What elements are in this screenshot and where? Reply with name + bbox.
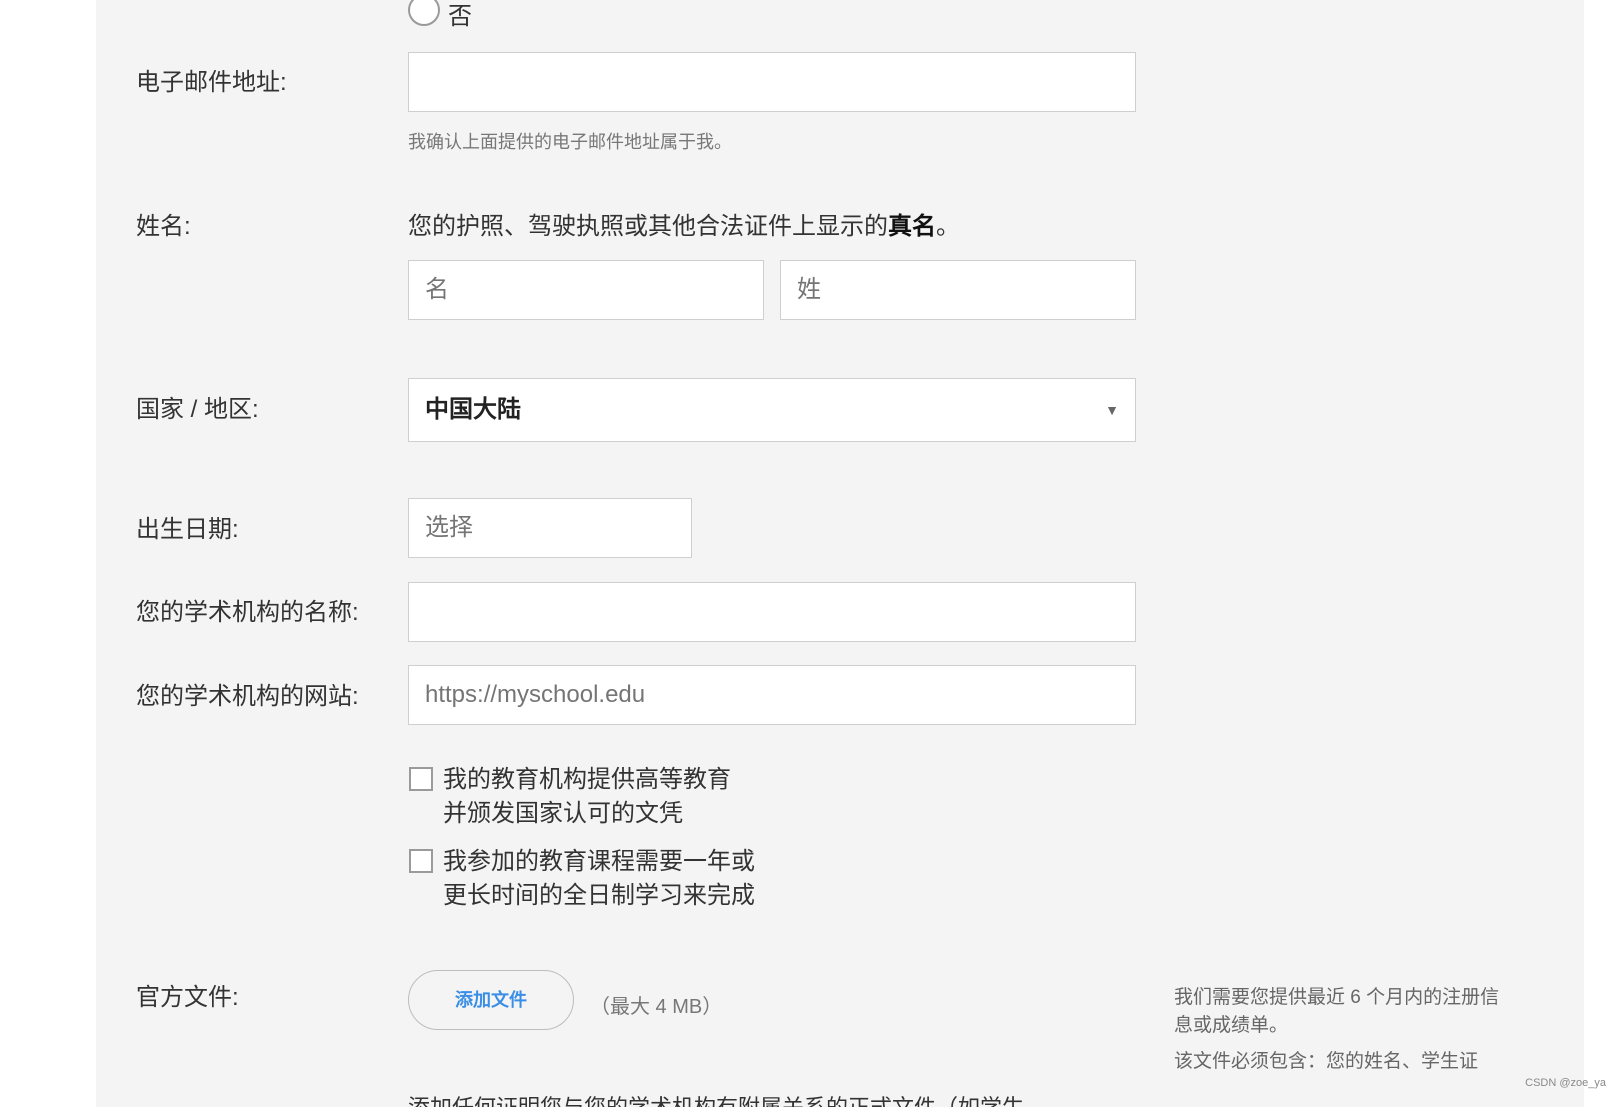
dob-label: 出生日期: [136,516,239,543]
full-time-study-checkbox[interactable] [409,849,433,873]
email-input[interactable] [408,52,1136,112]
institution-name-label: 您的学术机构的名称: [136,599,359,626]
side-note-line1: 我们需要您提供最近 6 个月内的注册信 [1174,987,1500,1008]
side-note-line3: 该文件必须包含：您的姓名、学生证 [1174,1051,1479,1072]
docs-label: 官方文件: [136,984,239,1011]
name-desc-text: 您的护照、驾驶执照或其他合法证件上显示的 [408,213,888,240]
docs-side-note: 我们需要您提供最近 6 个月内的注册信 息或成绩单。 该文件必须包含：您的姓名、… [1174,984,1514,1076]
chevron-down-icon: ▼ [1105,402,1119,418]
max-size-note: （最大 4 MB） [590,996,723,1018]
institution-website-label: 您的学术机构的网站: [136,683,359,710]
no-radio-label: 否 [448,3,472,30]
last-name-input[interactable] [780,260,1136,320]
name-desc-suffix: 。 [936,213,960,240]
checkbox2-line2: 更长时间的全日制学习来完成 [443,882,755,909]
checkbox1-line1: 我的教育机构提供高等教育 [443,766,731,793]
full-time-study-checkbox-label: 我参加的教育课程需要一年或 更长时间的全日制学习来完成 [443,845,755,913]
no-radio[interactable] [408,0,440,26]
docs-description: 添加任何证明您与您的学术机构有附属关系的正式文件（如学生 [408,1090,1024,1107]
add-file-button[interactable]: 添加文件 [408,970,574,1030]
watermark: CSDN @zoe_ya [1525,1077,1606,1089]
higher-education-checkbox-label: 我的教育机构提供高等教育 并颁发国家认可的文凭 [443,763,731,831]
name-description: 您的护照、驾驶执照或其他合法证件上显示的真名。 [408,212,960,242]
side-note-line2: 息或成绩单。 [1174,1015,1289,1036]
country-label: 国家 / 地区: [136,396,259,423]
email-label: 电子邮件地址: [136,69,287,96]
checkbox2-line1: 我参加的教育课程需要一年或 [443,848,755,875]
first-name-input[interactable] [408,260,764,320]
country-selected-value: 中国大陆 [425,396,521,423]
email-confirm-note: 我确认上面提供的电子邮件地址属于我。 [408,132,732,152]
institution-name-input[interactable] [408,582,1136,642]
higher-education-checkbox[interactable] [409,767,433,791]
name-desc-bold: 真名 [888,213,936,240]
country-select[interactable]: 中国大陆 ▼ [408,378,1136,442]
form-panel: 否 电子邮件地址: 我确认上面提供的电子邮件地址属于我。 姓名: 您的护照、驾驶… [96,0,1584,1107]
dob-input[interactable] [408,498,692,558]
checkbox1-line2: 并颁发国家认可的文凭 [443,800,683,827]
name-label: 姓名: [136,213,191,240]
institution-website-input[interactable] [408,665,1136,725]
